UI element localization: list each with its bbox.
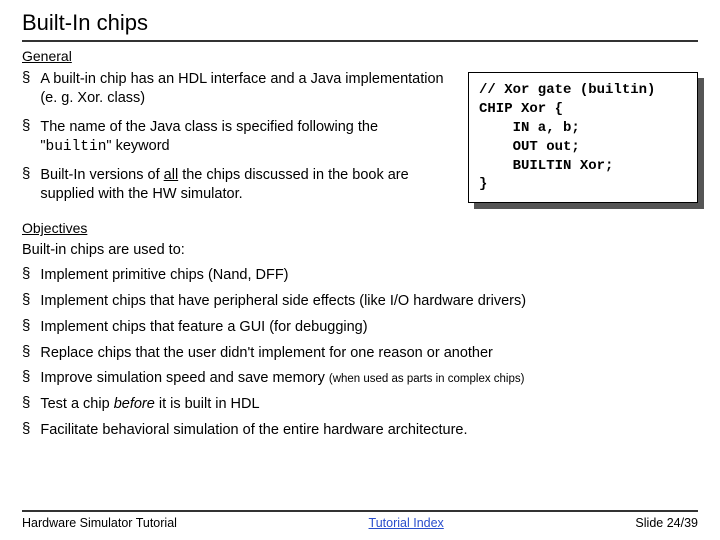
list-text: A built-in chip has an HDL interface and… bbox=[40, 70, 450, 108]
code-block: // Xor gate (builtin) CHIP Xor { IN a, b… bbox=[468, 72, 698, 203]
code-line: // Xor gate (builtin) bbox=[479, 82, 655, 98]
small-frag: (when used as parts in complex chips) bbox=[329, 373, 525, 385]
footer-left: Hardware Simulator Tutorial bbox=[22, 516, 177, 530]
list-item: § The name of the Java class is specifie… bbox=[22, 118, 450, 157]
list-item: § Implement chips that have peripheral s… bbox=[22, 292, 698, 311]
list-text: Test a chip before it is built in HDL bbox=[40, 395, 259, 414]
list-text: Improve simulation speed and save memory… bbox=[40, 369, 524, 388]
list-item: § Test a chip before it is built in HDL bbox=[22, 395, 698, 414]
slide-counter: Slide 24/39 bbox=[635, 516, 698, 530]
code-content: // Xor gate (builtin) CHIP Xor { IN a, b… bbox=[468, 72, 698, 203]
objectives-list: § Implement primitive chips (Nand, DFF) … bbox=[22, 266, 698, 440]
list-text: Implement chips that have peripheral sid… bbox=[40, 292, 526, 311]
list-item: § Implement primitive chips (Nand, DFF) bbox=[22, 266, 698, 285]
code-line: BUILTIN Xor; bbox=[479, 158, 613, 174]
bullet-icon: § bbox=[22, 318, 30, 335]
bullet-icon: § bbox=[22, 395, 30, 412]
bullet-icon: § bbox=[22, 166, 30, 183]
list-text: Built-In versions of all the chips discu… bbox=[40, 166, 450, 204]
list-item: § Implement chips that feature a GUI (fo… bbox=[22, 318, 698, 337]
underline-frag: all bbox=[164, 167, 179, 183]
code-line: IN a, b; bbox=[479, 120, 580, 136]
objectives-intro: Built-in chips are used to: bbox=[22, 242, 698, 258]
tutorial-index-link[interactable]: Tutorial Index bbox=[369, 516, 444, 530]
list-item: § Improve simulation speed and save memo… bbox=[22, 369, 698, 388]
list-item: § A built-in chip has an HDL interface a… bbox=[22, 70, 450, 108]
list-item: § Replace chips that the user didn't imp… bbox=[22, 344, 698, 363]
code-line: CHIP Xor { bbox=[479, 101, 563, 117]
italic-frag: before bbox=[114, 396, 155, 412]
bullet-icon: § bbox=[22, 70, 30, 87]
text-frag: Improve simulation speed and save memory bbox=[40, 370, 329, 386]
list-text: Implement chips that feature a GUI (for … bbox=[40, 318, 367, 337]
text-frag: it is built in HDL bbox=[155, 396, 260, 412]
text-frag: Built-In versions of bbox=[40, 167, 163, 183]
general-list: § A built-in chip has an HDL interface a… bbox=[22, 70, 450, 204]
list-item: § Built-In versions of all the chips dis… bbox=[22, 166, 450, 204]
bullet-icon: § bbox=[22, 266, 30, 283]
bullet-icon: § bbox=[22, 292, 30, 309]
footer: Hardware Simulator Tutorial Tutorial Ind… bbox=[22, 510, 698, 530]
list-text: Facilitate behavioral simulation of the … bbox=[40, 421, 467, 440]
text-frag: Test a chip bbox=[40, 396, 113, 412]
code-line: } bbox=[479, 176, 487, 192]
slide-title: Built-In chips bbox=[22, 10, 698, 42]
text-frag: " keyword bbox=[106, 138, 169, 154]
code-frag: builtin bbox=[46, 139, 107, 155]
list-text: The name of the Java class is specified … bbox=[40, 118, 450, 157]
bullet-icon: § bbox=[22, 118, 30, 135]
code-line: OUT out; bbox=[479, 139, 580, 155]
list-text: Replace chips that the user didn't imple… bbox=[40, 344, 493, 363]
objectives-heading: Objectives bbox=[22, 220, 698, 236]
list-text: Implement primitive chips (Nand, DFF) bbox=[40, 266, 288, 285]
general-heading: General bbox=[22, 48, 698, 64]
bullet-icon: § bbox=[22, 369, 30, 386]
list-item: § Facilitate behavioral simulation of th… bbox=[22, 421, 698, 440]
bullet-icon: § bbox=[22, 344, 30, 361]
bullet-icon: § bbox=[22, 421, 30, 438]
